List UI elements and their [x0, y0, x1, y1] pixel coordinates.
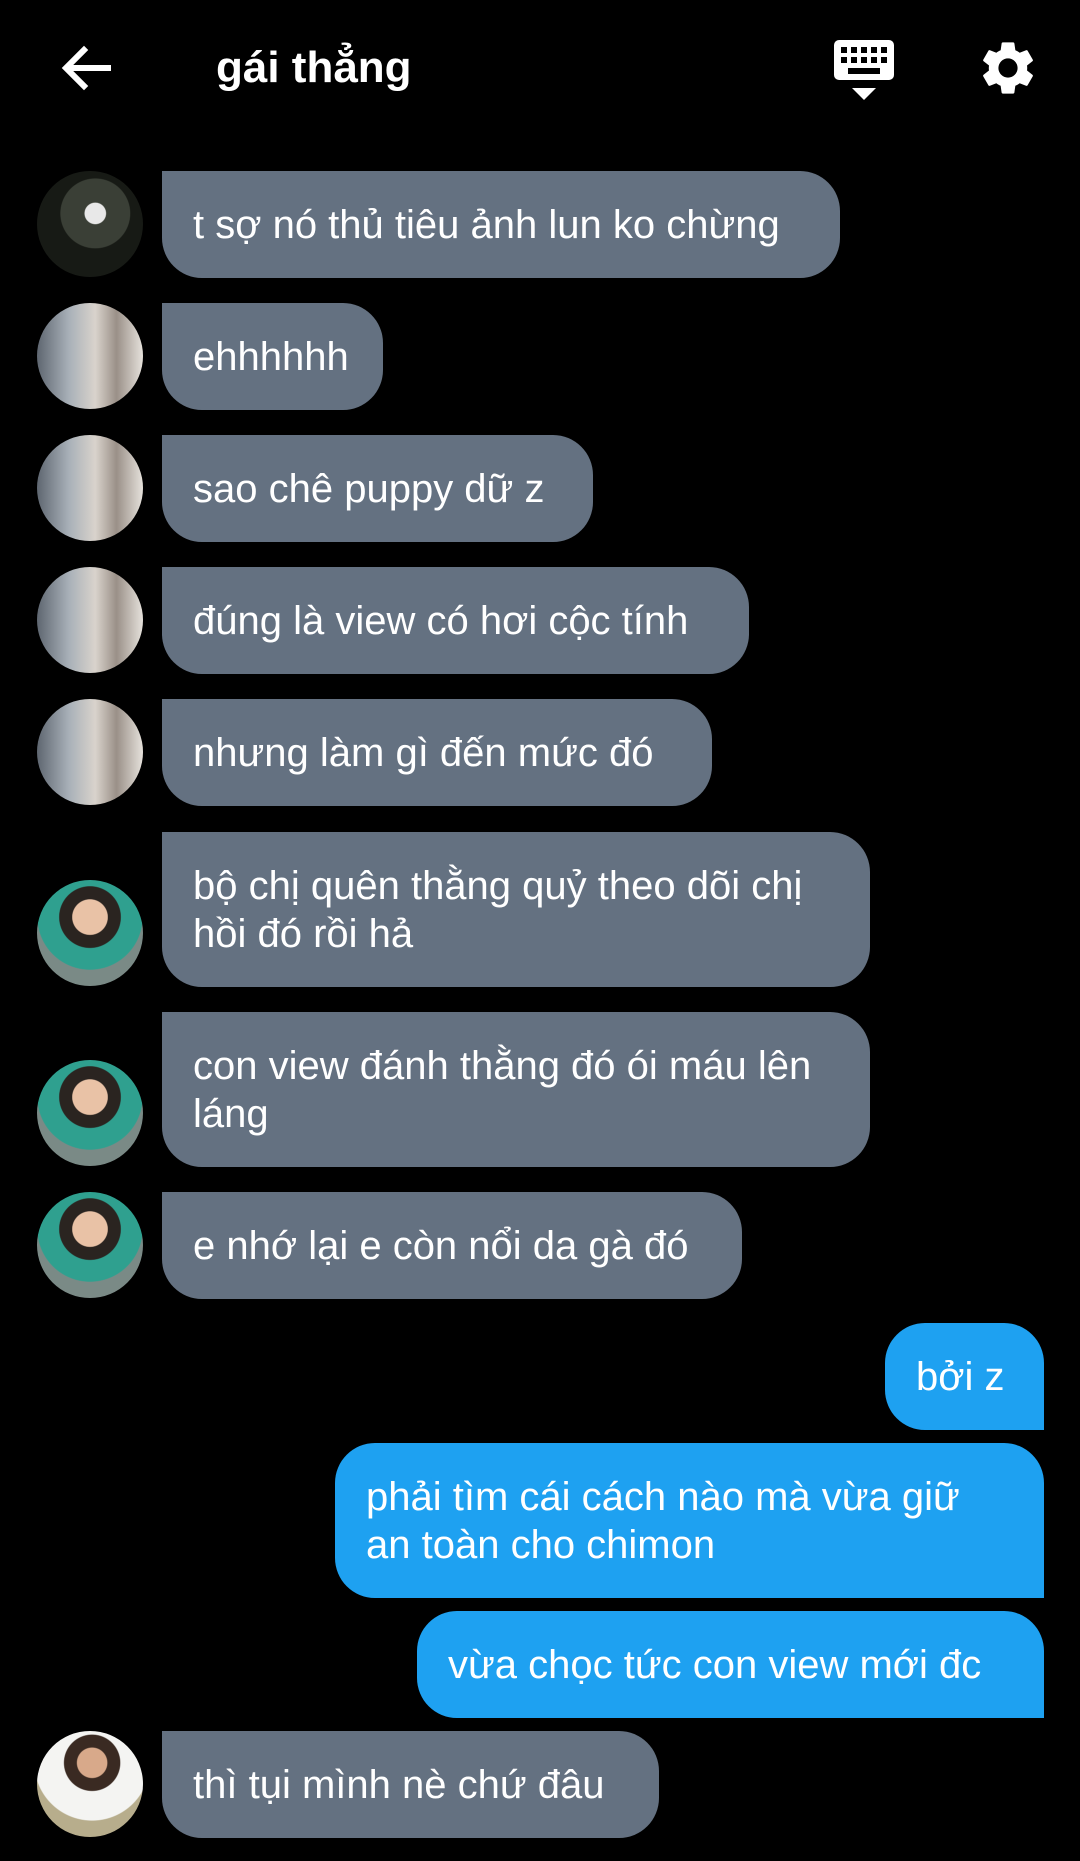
avatar[interactable]	[37, 880, 143, 986]
outgoing-message-bubble[interactable]: bởi z	[885, 1323, 1044, 1430]
avatar[interactable]	[37, 1060, 143, 1166]
incoming-message-bubble[interactable]: e nhớ lại e còn nổi da gà đó	[162, 1192, 742, 1299]
avatar[interactable]	[37, 435, 143, 541]
keyboard-icon	[834, 40, 894, 100]
avatar[interactable]	[37, 171, 143, 277]
avatar[interactable]	[37, 1731, 143, 1837]
avatar[interactable]	[37, 699, 143, 805]
incoming-message-bubble[interactable]: thì tụi mình nè chứ đâu	[162, 1731, 659, 1838]
gear-icon	[983, 42, 1033, 94]
avatar[interactable]	[37, 1192, 143, 1298]
keyboard-button[interactable]	[832, 36, 896, 102]
avatar[interactable]	[37, 567, 143, 673]
back-button[interactable]	[56, 38, 116, 98]
outgoing-message-bubble[interactable]: vừa chọc tức con view mới đc	[417, 1611, 1044, 1718]
incoming-message-bubble[interactable]: t sợ nó thủ tiêu ảnh lun ko chừng	[162, 171, 840, 278]
settings-button[interactable]	[976, 36, 1040, 100]
incoming-message-bubble[interactable]: con view đánh thằng đó ói máu lên láng	[162, 1012, 870, 1167]
avatar[interactable]	[37, 303, 143, 409]
incoming-message-bubble[interactable]: bộ chị quên thằng quỷ theo dõi chị hồi đ…	[162, 832, 870, 987]
outgoing-message-bubble[interactable]: phải tìm cái cách nào mà vừa giữ an toàn…	[335, 1443, 1044, 1598]
incoming-message-bubble[interactable]: nhưng làm gì đến mức đó	[162, 699, 712, 806]
incoming-message-bubble[interactable]: đúng là view có hơi cộc tính	[162, 567, 749, 674]
incoming-message-bubble[interactable]: ehhhhhh	[162, 303, 383, 410]
incoming-message-bubble[interactable]: sao chê puppy dữ z	[162, 435, 593, 542]
chat-header: gái thẳng	[0, 0, 1080, 135]
arrow-left-icon	[61, 45, 111, 91]
chat-title: gái thẳng	[216, 43, 412, 92]
